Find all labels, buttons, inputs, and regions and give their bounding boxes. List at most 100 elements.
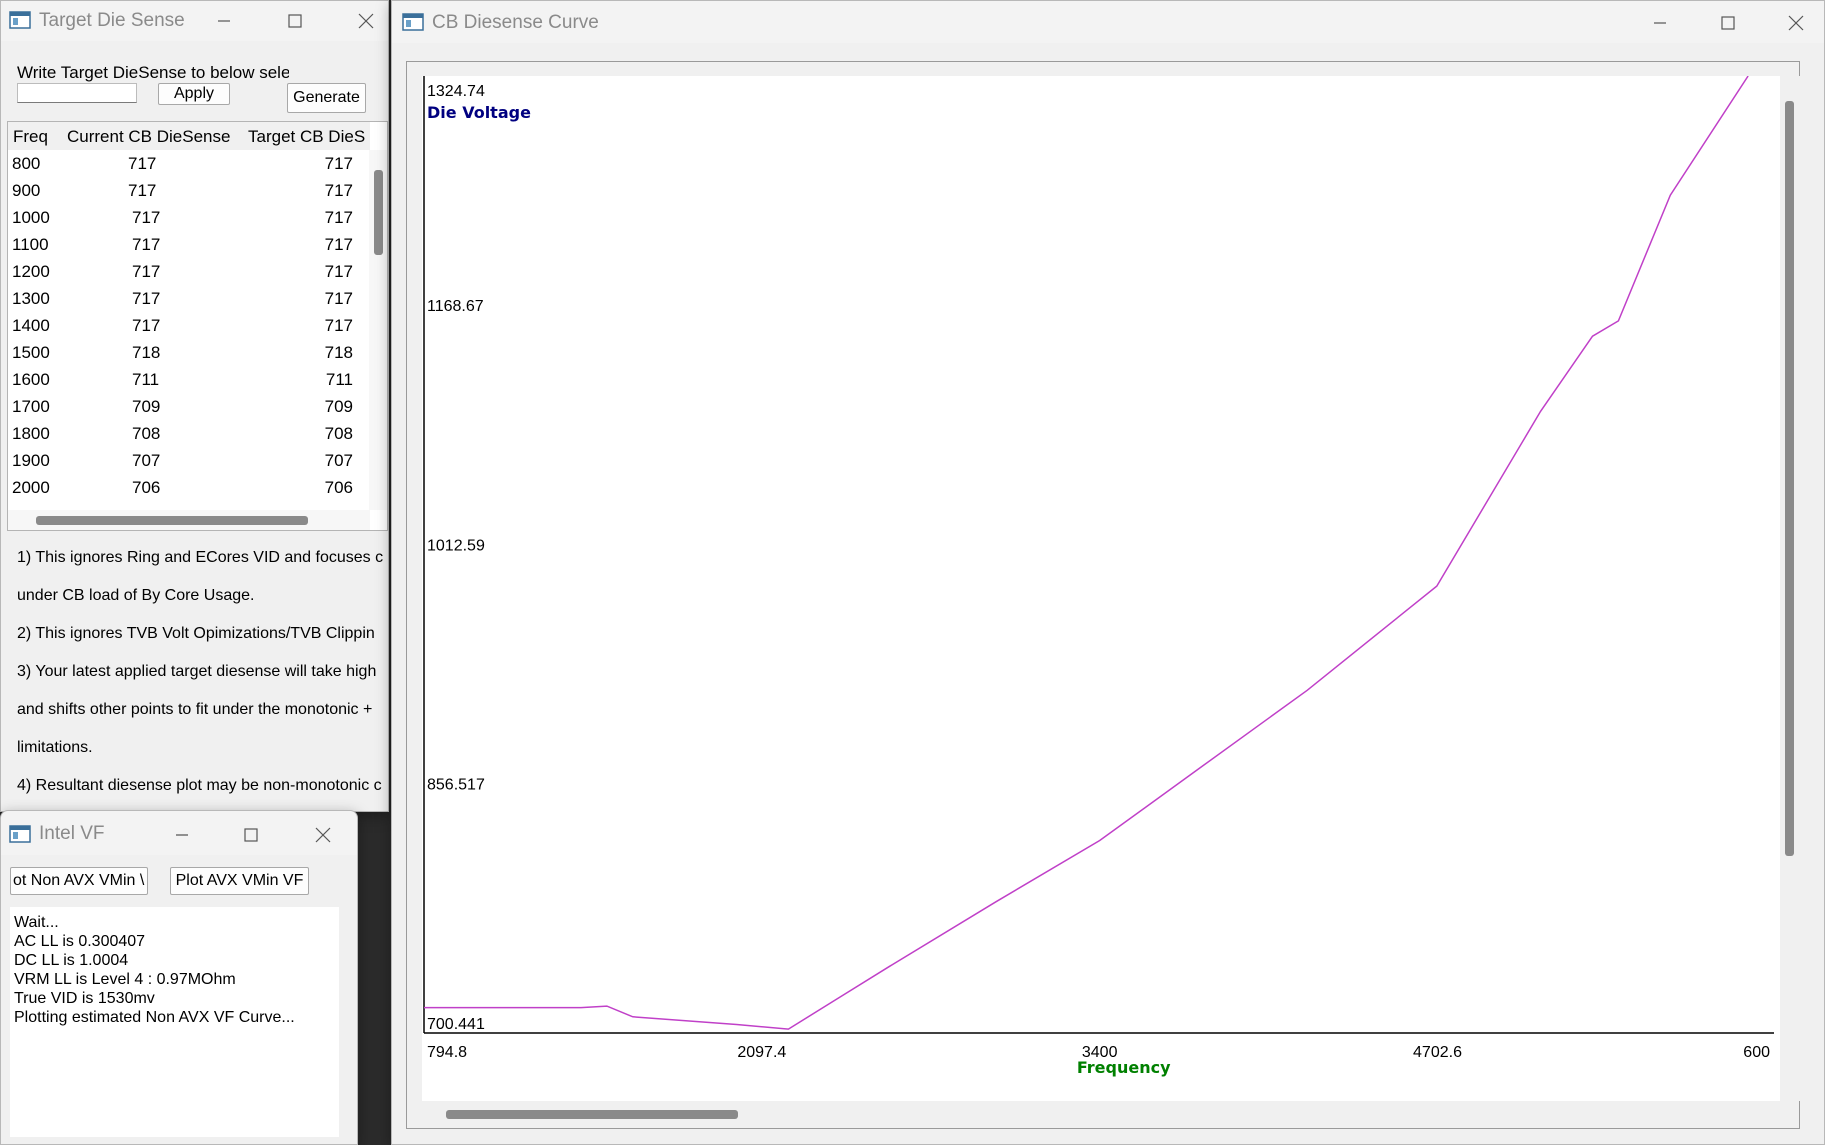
column-header-freq[interactable]: Freq: [13, 127, 48, 147]
apply-button[interactable]: Apply: [158, 83, 230, 105]
table-row[interactable]: 1300 717 717: [8, 286, 370, 313]
log-line: True VID is 1530mv: [14, 990, 155, 1007]
current-cell: 717: [132, 262, 161, 281]
table-horizontal-scrollbar[interactable]: [8, 510, 370, 530]
table-row[interactable]: 1900 707 707: [8, 448, 370, 475]
plot-avx-vmin-button[interactable]: Plot AVX VMin VF: [170, 867, 309, 895]
current-cell: 707: [132, 451, 161, 470]
target-cell: 706: [324, 478, 353, 497]
close-button[interactable]: [341, 3, 388, 39]
plot-vertical-scrollbar[interactable]: [1780, 76, 1800, 1101]
target-cell: 708: [324, 424, 353, 443]
plot-non-avx-vmin-button[interactable]: ot Non AVX VMin \: [10, 867, 148, 895]
target-cell: 717: [324, 181, 353, 200]
window-title: Target Die Sense: [39, 10, 185, 31]
target-cell: 711: [325, 370, 353, 389]
table-row[interactable]: 2000 706 706: [8, 475, 370, 502]
freq-cell: 1900: [12, 451, 50, 470]
target-cell: 717: [324, 316, 353, 335]
table-vertical-scrollbar[interactable]: [369, 150, 387, 510]
diesense-table: Freq Current CB DieSense Target CB DieS …: [7, 121, 388, 531]
y-tick-label: 700.441: [427, 1016, 485, 1033]
instruction-label: Write Target DieSense to below selecte: [17, 63, 289, 82]
close-icon: [1788, 15, 1804, 31]
maximize-button[interactable]: [270, 3, 320, 39]
title-bar[interactable]: Intel VF: [1, 811, 357, 855]
maximize-icon: [1721, 16, 1735, 30]
table-row[interactable]: 1500 718 718: [8, 340, 370, 367]
freq-cell: 1600: [12, 370, 50, 389]
table-row[interactable]: 1700 709 709: [8, 394, 370, 421]
freq-cell: 2000: [12, 478, 50, 497]
table-row[interactable]: 1000 717 717: [8, 205, 370, 232]
window-title: Intel VF: [39, 823, 105, 844]
current-cell: 711: [132, 370, 160, 389]
note-line: 4) Resultant diesense plot may be non-mo…: [17, 777, 382, 794]
target-cell: 718: [324, 343, 353, 362]
minimize-button[interactable]: [1635, 5, 1685, 41]
plot-horizontal-scrollbar[interactable]: [422, 1101, 1780, 1126]
cb-diesense-curve-window: CB Diesense Curve 700.441 856.517 1012.59 1…: [391, 0, 1825, 1145]
log-line: Wait...: [14, 914, 59, 931]
x-tick-label: 600: [1743, 1044, 1770, 1061]
scrollbar-thumb[interactable]: [374, 170, 383, 255]
freq-cell: 900: [12, 181, 41, 200]
note-line: under CB load of By Core Usage.: [17, 587, 255, 604]
minimize-button[interactable]: [157, 817, 207, 853]
log-output: Wait... AC LL is 0.300407 DC LL is 1.0004 V…: [10, 907, 339, 1137]
current-cell: 717: [128, 154, 157, 173]
current-cell: 717: [128, 181, 157, 200]
target-die-sense-window: Target Die Sense Write Target DieSense t…: [0, 0, 389, 812]
scrollbar-thumb[interactable]: [36, 516, 308, 525]
maximize-button[interactable]: [1703, 5, 1753, 41]
target-cell: 717: [324, 154, 353, 173]
y-tick-label: 1168.67: [427, 298, 484, 315]
x-axis-label: Frequency: [1077, 1058, 1171, 1077]
maximize-icon: [244, 828, 258, 842]
table-row[interactable]: 1800 708 708: [8, 421, 370, 448]
y-tick-label: 856.517: [427, 777, 485, 794]
app-icon: [402, 13, 424, 31]
series-line: [424, 76, 1749, 1030]
current-cell: 706: [132, 478, 161, 497]
title-bar[interactable]: Target Die Sense: [1, 1, 388, 41]
freq-cell: 800: [12, 154, 41, 173]
table-row[interactable]: 1400 717 717: [8, 313, 370, 340]
maximize-button[interactable]: [226, 817, 276, 853]
title-bar[interactable]: CB Diesense Curve: [392, 1, 1824, 43]
note-line: 1) This ignores Ring and ECores VID and …: [17, 549, 384, 566]
scrollbar-thumb[interactable]: [1785, 101, 1794, 856]
table-row[interactable]: 900 717 717: [8, 178, 370, 205]
x-tick-label: 4702.6: [1413, 1044, 1462, 1061]
table-row[interactable]: 1200 717 717: [8, 259, 370, 286]
freq-cell: 1800: [12, 424, 50, 443]
intel-vf-window: Intel VF ot Non AVX VMin \ Plot AVX VMin…: [0, 810, 358, 1145]
log-line: Plotting estimated Non AVX VF Curve...: [14, 1009, 295, 1026]
current-cell: 718: [132, 343, 161, 362]
app-icon: [9, 825, 31, 843]
note-line: 2) This ignores TVB Volt Opimizations/TV…: [17, 625, 375, 642]
minimize-button[interactable]: [199, 3, 249, 39]
close-button[interactable]: [298, 817, 348, 853]
diesense-chart[interactable]: 700.441 856.517 1012.59 1168.67 1324.74 794.8…: [422, 76, 1780, 1101]
target-cell: 709: [324, 397, 353, 416]
minimize-icon: [218, 20, 230, 22]
x-tick-label: 2097.4: [737, 1044, 786, 1061]
y-tick-label: 1012.59: [427, 538, 485, 555]
table-row[interactable]: 1100 717 717: [8, 232, 370, 259]
column-header-current[interactable]: Current CB DieSense: [67, 127, 230, 147]
generate-button[interactable]: Generate: [287, 83, 366, 113]
scrollbar-thumb[interactable]: [446, 1110, 738, 1119]
freq-cell: 1700: [12, 397, 50, 416]
close-button[interactable]: [1771, 5, 1821, 41]
table-row[interactable]: 800 717 717: [8, 151, 370, 178]
freq-cell: 1500: [12, 343, 50, 362]
table-row[interactable]: 1600 711 711: [8, 367, 370, 394]
app-icon: [9, 11, 31, 29]
log-line: AC LL is 0.300407: [14, 933, 146, 950]
column-header-target[interactable]: Target CB DieS: [248, 127, 365, 147]
note-line: limitations.: [17, 739, 93, 756]
close-icon: [358, 13, 374, 29]
current-cell: 717: [132, 289, 161, 308]
target-diesense-input[interactable]: [17, 83, 137, 103]
